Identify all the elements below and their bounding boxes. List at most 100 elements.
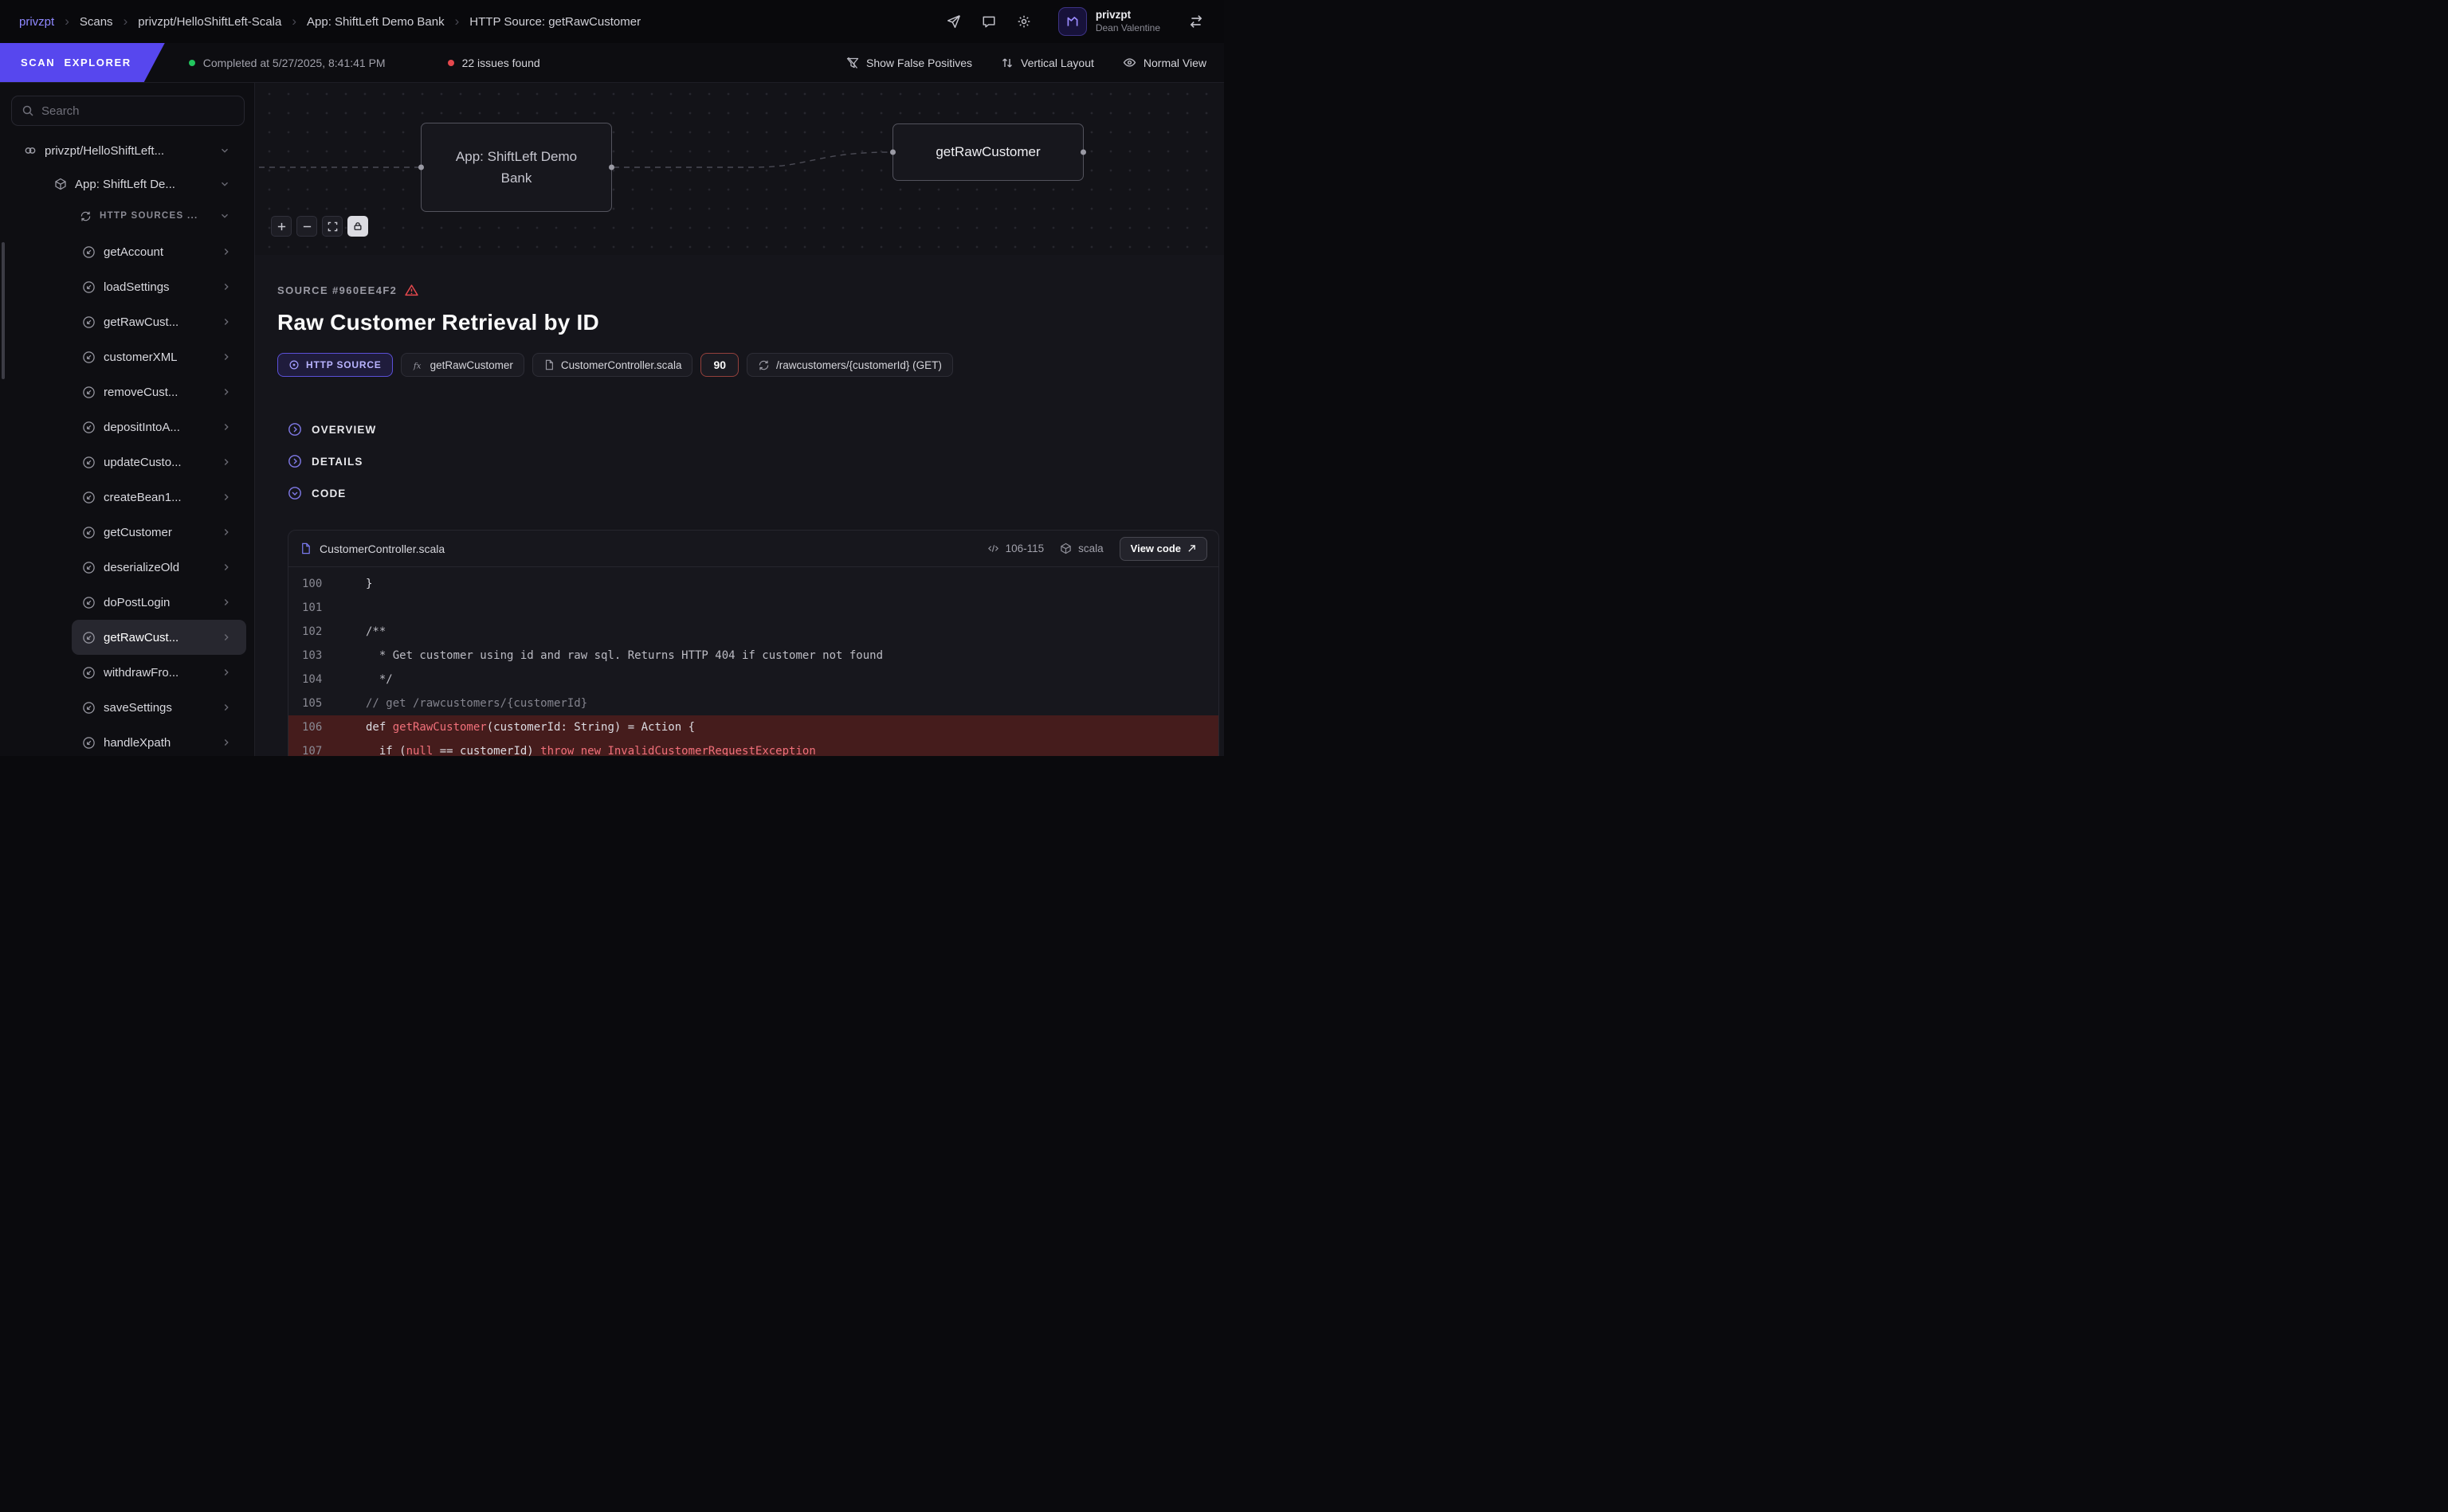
section-label: OVERVIEW bbox=[312, 424, 376, 436]
swap-horizontal-icon[interactable] bbox=[1183, 8, 1210, 35]
node-handle[interactable] bbox=[890, 150, 896, 155]
sidebar-item-label: deserializeOld bbox=[104, 561, 179, 574]
sidebar-item-getcustomer[interactable]: getCustomer bbox=[72, 515, 246, 550]
gear-icon[interactable] bbox=[1010, 8, 1038, 35]
sidebar-item-label: withdrawFro... bbox=[104, 666, 178, 680]
breadcrumb-separator: › bbox=[455, 14, 460, 28]
chip-getrawcustomer[interactable]: fxgetRawCustomer bbox=[401, 353, 524, 377]
code-body: 100}101102/**103 * Get customer using id… bbox=[288, 567, 1218, 756]
sidebar-group-http-sources[interactable]: HTTP SOURCES ... bbox=[0, 201, 254, 231]
chip-90[interactable]: 90 bbox=[700, 353, 739, 377]
danger-dot bbox=[448, 60, 454, 66]
sidebar-item-label: loadSettings bbox=[104, 280, 170, 294]
source-icon bbox=[82, 561, 96, 574]
view-code-label: View code bbox=[1131, 543, 1181, 554]
sidebar-item-savesettings[interactable]: saveSettings bbox=[72, 690, 246, 725]
user-org: privzpt bbox=[1096, 9, 1160, 22]
section-overview[interactable]: OVERVIEW bbox=[288, 413, 1219, 445]
line-number: 107 bbox=[288, 745, 341, 756]
vertical-layout-label: Vertical Layout bbox=[1021, 57, 1094, 69]
show-false-positives-button[interactable]: Show False Positives bbox=[846, 57, 972, 69]
sidebar-item-updatecusto[interactable]: updateCusto... bbox=[72, 445, 246, 480]
chevron-right-icon bbox=[221, 421, 232, 433]
scan-explorer-ribbon: SCAN EXPLORER bbox=[0, 43, 165, 82]
node-handle[interactable] bbox=[609, 165, 614, 170]
sidebar-scrollbar[interactable] bbox=[2, 242, 5, 379]
fit-view-button[interactable] bbox=[322, 216, 343, 237]
breadcrumb-item-app-shiftleft-demo-bank[interactable]: App: ShiftLeft Demo Bank bbox=[307, 15, 445, 29]
source-icon bbox=[82, 351, 96, 364]
code-line-102: 102/** bbox=[288, 620, 1218, 644]
breadcrumb: privzpt › Scans › privzpt/HelloShiftLeft-Sca… bbox=[19, 15, 641, 29]
sidebar-item-removecust[interactable]: removeCust... bbox=[72, 374, 246, 409]
chip-customercontroller-scala[interactable]: CustomerController.scala bbox=[532, 353, 693, 377]
scan-actions: Show False Positives Vertical Layout Nor… bbox=[846, 56, 1224, 69]
scan-completed-status: Completed at 5/27/2025, 8:41:41 PM bbox=[189, 57, 386, 69]
sidebar-item-createbean1[interactable]: createBean1... bbox=[72, 480, 246, 515]
source-icon bbox=[82, 315, 96, 329]
chevron-right-icon bbox=[221, 632, 232, 643]
section-code[interactable]: CODE bbox=[288, 477, 1219, 509]
sidebar-item-app[interactable]: App: ShiftLeft De... bbox=[0, 167, 254, 201]
sidebar-item-dopostlogin[interactable]: doPostLogin bbox=[72, 585, 246, 620]
node-handle[interactable] bbox=[418, 165, 424, 170]
sidebar-item-depositintoa[interactable]: depositIntoA... bbox=[72, 409, 246, 445]
lock-button[interactable] bbox=[347, 216, 368, 237]
line-content: /** bbox=[341, 625, 386, 638]
node-handle[interactable] bbox=[1081, 150, 1086, 155]
graph-node-source[interactable]: getRawCustomer bbox=[892, 123, 1084, 181]
privzpt-logo[interactable] bbox=[1058, 7, 1087, 36]
sidebar-item-getrawcust[interactable]: getRawCust... bbox=[72, 304, 246, 339]
zoom-in-button[interactable] bbox=[271, 216, 292, 237]
breadcrumb-item-scans[interactable]: Scans bbox=[80, 15, 113, 29]
scan-completed-text: Completed at 5/27/2025, 8:41:41 PM bbox=[203, 57, 386, 69]
chevron-down-icon bbox=[219, 210, 230, 221]
search-input[interactable] bbox=[41, 104, 234, 118]
sidebar-item-loadsettings[interactable]: loadSettings bbox=[72, 269, 246, 304]
sidebar: privzpt/HelloShiftLeft... App: ShiftLeft… bbox=[0, 83, 255, 756]
sidebar-item-project-root[interactable]: privzpt/HelloShiftLeft... bbox=[0, 134, 254, 167]
view-code-button[interactable]: View code bbox=[1120, 537, 1207, 561]
sidebar-item-getrawcust[interactable]: getRawCust... bbox=[72, 620, 246, 655]
source-icon bbox=[82, 526, 96, 539]
scan-bar: SCAN EXPLORER Completed at 5/27/2025, 8:… bbox=[0, 43, 1224, 83]
tag-chips: HTTP SOURCE fxgetRawCustomer CustomerContr… bbox=[277, 353, 1219, 377]
success-dot bbox=[189, 60, 195, 66]
graph-node-app[interactable]: App: ShiftLeft Demo Bank bbox=[421, 123, 612, 212]
line-number: 103 bbox=[288, 649, 341, 662]
breadcrumb-separator: › bbox=[65, 14, 69, 28]
chevron-right-icon bbox=[221, 281, 232, 292]
target-icon bbox=[288, 359, 300, 370]
sidebar-item-deserializeold[interactable]: deserializeOld bbox=[72, 550, 246, 585]
graph-node-label: getRawCustomer bbox=[918, 141, 1057, 163]
line-content: * Get customer using id and raw sql. Ret… bbox=[341, 649, 883, 662]
search-icon bbox=[22, 104, 34, 117]
send-icon[interactable] bbox=[940, 8, 967, 35]
sidebar-item-handlexpath[interactable]: handleXpath bbox=[72, 725, 246, 756]
sidebar-item-withdrawfro[interactable]: withdrawFro... bbox=[72, 655, 246, 690]
source-icon bbox=[82, 280, 96, 294]
breadcrumb-item-privzpt[interactable]: privzpt bbox=[19, 15, 54, 29]
sidebar-item-getaccount[interactable]: getAccount bbox=[72, 234, 246, 269]
chevron-down-icon bbox=[219, 145, 230, 156]
sidebar-item-customerxml[interactable]: customerXML bbox=[72, 339, 246, 374]
zoom-out-button[interactable] bbox=[296, 216, 317, 237]
breadcrumb-item-http-source-getrawcustomer[interactable]: HTTP Source: getRawCustomer bbox=[469, 15, 641, 29]
chevron-right-icon bbox=[221, 456, 232, 468]
chip-rawcustomers-customerid-get[interactable]: /rawcustomers/{customerId} (GET) bbox=[747, 353, 953, 377]
chat-icon[interactable] bbox=[975, 8, 1002, 35]
graph-canvas[interactable]: App: ShiftLeft Demo Bank getRawCustomer bbox=[255, 83, 1224, 255]
chip-http-source[interactable]: HTTP SOURCE bbox=[277, 353, 393, 377]
breadcrumb-item-privzpt-helloshiftleft-scala[interactable]: privzpt/HelloShiftLeft-Scala bbox=[138, 15, 281, 29]
warning-icon bbox=[405, 284, 418, 297]
section-details[interactable]: DETAILS bbox=[288, 445, 1219, 477]
svg-text:fx: fx bbox=[412, 361, 421, 370]
normal-view-button[interactable]: Normal View bbox=[1123, 56, 1206, 69]
chip-label: CustomerController.scala bbox=[561, 359, 682, 371]
vertical-layout-button[interactable]: Vertical Layout bbox=[1001, 57, 1094, 69]
line-content: // get /rawcustomers/{customerId} bbox=[341, 697, 587, 710]
top-bar: privzpt › Scans › privzpt/HelloShiftLeft-Sca… bbox=[0, 0, 1224, 43]
package-icon bbox=[54, 178, 67, 190]
user-menu[interactable]: privzpt Dean Valentine bbox=[1096, 9, 1160, 34]
chevron-right-icon bbox=[221, 667, 232, 678]
